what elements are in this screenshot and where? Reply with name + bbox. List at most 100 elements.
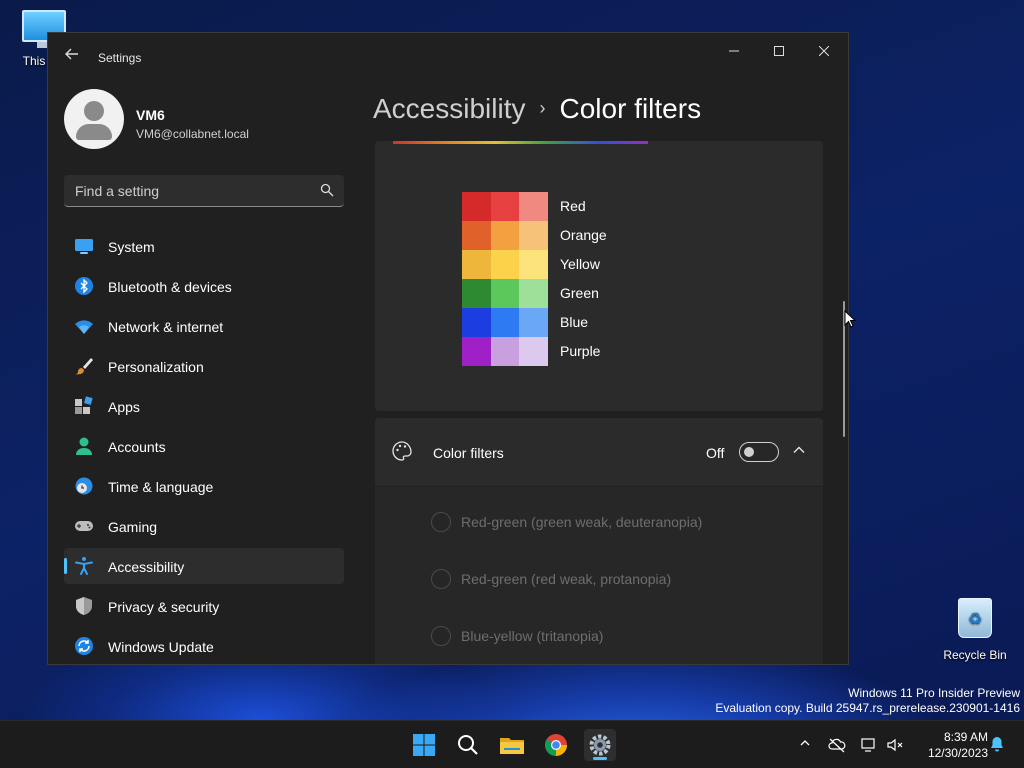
color-swatch — [490, 308, 520, 337]
sidebar-item-time-language[interactable]: Time & language — [64, 468, 344, 504]
sidebar-item-label: Time & language — [108, 479, 214, 495]
start-icon — [413, 734, 435, 756]
swatch-row-purple — [462, 337, 548, 366]
volume-muted-icon — [887, 738, 903, 752]
search-input[interactable]: Find a setting — [64, 175, 344, 207]
network-icon — [861, 738, 875, 752]
swatch-row-orange — [462, 221, 548, 250]
accessibility-icon — [75, 557, 93, 575]
color-swatch — [519, 250, 548, 279]
breadcrumb: Accessibility › Color filters — [373, 93, 701, 125]
back-button[interactable] — [62, 47, 82, 67]
sidebar-item-system[interactable]: System — [64, 228, 344, 264]
taskbar-chrome[interactable] — [540, 729, 572, 761]
color-swatch-labels: Red Orange Yellow Green Blue Purple — [560, 192, 607, 366]
show-hidden-icons-button[interactable] — [796, 736, 814, 754]
sidebar-item-label: System — [108, 239, 155, 255]
color-filters-title: Color filters — [433, 445, 504, 461]
tray-onedrive[interactable] — [828, 736, 846, 754]
sidebar-item-personalization[interactable]: Personalization — [64, 348, 344, 384]
color-swatch — [490, 192, 520, 221]
radio-label: Red-green (red weak, protanopia) — [461, 571, 672, 587]
sidebar-item-apps[interactable]: Apps — [64, 388, 344, 424]
swatch-row-green — [462, 279, 548, 308]
sidebar-item-windows-update[interactable]: Windows Update — [64, 628, 344, 664]
maximize-icon — [774, 46, 784, 56]
color-swatch — [490, 279, 520, 308]
preview-image-edge — [393, 141, 648, 144]
system-icon — [75, 239, 93, 254]
evaluation-watermark: Windows 11 Pro Insider Preview Evaluatio… — [715, 686, 1020, 716]
chevron-up-icon — [800, 740, 810, 746]
app-title: Settings — [98, 51, 142, 65]
start-button[interactable] — [408, 729, 440, 761]
clock-time: 8:39 AM — [943, 730, 988, 744]
color-preview-card: Red Orange Yellow Green Blue Purple — [375, 141, 823, 411]
swatch-label-yellow: Yellow — [560, 256, 600, 272]
color-swatch — [462, 250, 491, 279]
radio-label: Red-green (green weak, deuteranopia) — [461, 514, 703, 530]
color-filters-card: Color filters Off Red-green (green weak,… — [375, 418, 823, 664]
sidebar-item-accounts[interactable]: Accounts — [64, 428, 344, 464]
color-filters-toggle[interactable] — [739, 442, 779, 462]
color-swatch — [519, 279, 548, 308]
tray-network[interactable] — [860, 736, 878, 754]
bluetooth-icon — [75, 277, 93, 295]
user-profile[interactable]: VM6 VM6@collabnet.local — [64, 89, 354, 153]
sidebar-item-network[interactable]: Network & internet — [64, 308, 344, 344]
tray-volume[interactable] — [886, 736, 904, 754]
sidebar-item-gaming[interactable]: Gaming — [64, 508, 344, 544]
swatch-label-red: Red — [560, 198, 586, 214]
sidebar-item-privacy-security[interactable]: Privacy & security — [64, 588, 344, 624]
update-icon — [75, 637, 93, 655]
sidebar-item-accessibility[interactable]: Accessibility — [64, 548, 344, 584]
toggle-state-label: Off — [706, 445, 725, 461]
color-filters-header[interactable]: Color filters Off — [375, 418, 823, 486]
desktop-icon-recycle-bin[interactable]: ♻ Recycle Bin — [940, 598, 1010, 662]
wifi-icon — [75, 320, 93, 334]
title-bar[interactable]: Settings — [48, 33, 848, 81]
taskbar-search-button[interactable] — [452, 729, 484, 761]
profile-email: VM6@collabnet.local — [136, 127, 249, 141]
search-placeholder: Find a setting — [75, 183, 160, 199]
desktop-icon-label: Recycle Bin — [943, 648, 1007, 662]
notifications-button[interactable] — [988, 736, 1006, 754]
breadcrumb-parent-link[interactable]: Accessibility — [373, 93, 525, 124]
file-explorer-icon — [500, 738, 524, 754]
taskbar-clock[interactable]: 8:39 AM 12/30/2023 — [908, 729, 988, 761]
swatch-row-blue — [462, 308, 548, 337]
settings-content: Red Orange Yellow Green Blue Purple Colo… — [375, 141, 823, 664]
page-title: Color filters — [559, 93, 702, 124]
sidebar-item-label: Bluetooth & devices — [108, 279, 232, 295]
color-swatch — [519, 192, 548, 221]
taskbar-file-explorer[interactable] — [496, 729, 528, 761]
avatar — [64, 89, 124, 149]
back-arrow-icon — [65, 48, 78, 60]
close-button[interactable] — [804, 39, 844, 63]
maximize-button[interactable] — [759, 39, 799, 63]
sidebar-item-bluetooth[interactable]: Bluetooth & devices — [64, 268, 344, 304]
swatch-label-green: Green — [560, 285, 599, 301]
close-icon — [818, 45, 830, 57]
settings-window: Settings VM6 VM6@collabnet.local Find a … — [47, 32, 849, 665]
color-swatch-grid — [462, 192, 548, 366]
shield-icon — [76, 597, 92, 615]
swatch-label-orange: Orange — [560, 227, 607, 243]
color-swatch — [462, 192, 491, 221]
chevron-up-icon[interactable] — [791, 442, 807, 458]
taskbar-settings[interactable] — [584, 729, 616, 761]
breadcrumb-separator-icon: › — [539, 98, 546, 118]
color-filter-options: Red-green (green weak, deuteranopia) Red… — [375, 487, 823, 664]
minimize-button[interactable] — [714, 39, 754, 63]
sidebar-item-label: Privacy & security — [108, 599, 220, 615]
radio-button — [431, 512, 451, 532]
bell-icon — [991, 737, 1003, 752]
watermark-line-1: Windows 11 Pro Insider Preview — [848, 686, 1020, 700]
minimize-icon — [729, 50, 739, 52]
recycle-bin-icon: ♻ — [958, 598, 992, 638]
color-swatch — [462, 221, 491, 250]
color-swatch — [490, 250, 520, 279]
mouse-cursor-icon — [844, 310, 856, 328]
watermark-line-2: Evaluation copy. Build 25947.rs_prerelea… — [715, 701, 1020, 715]
color-swatch — [519, 308, 548, 337]
